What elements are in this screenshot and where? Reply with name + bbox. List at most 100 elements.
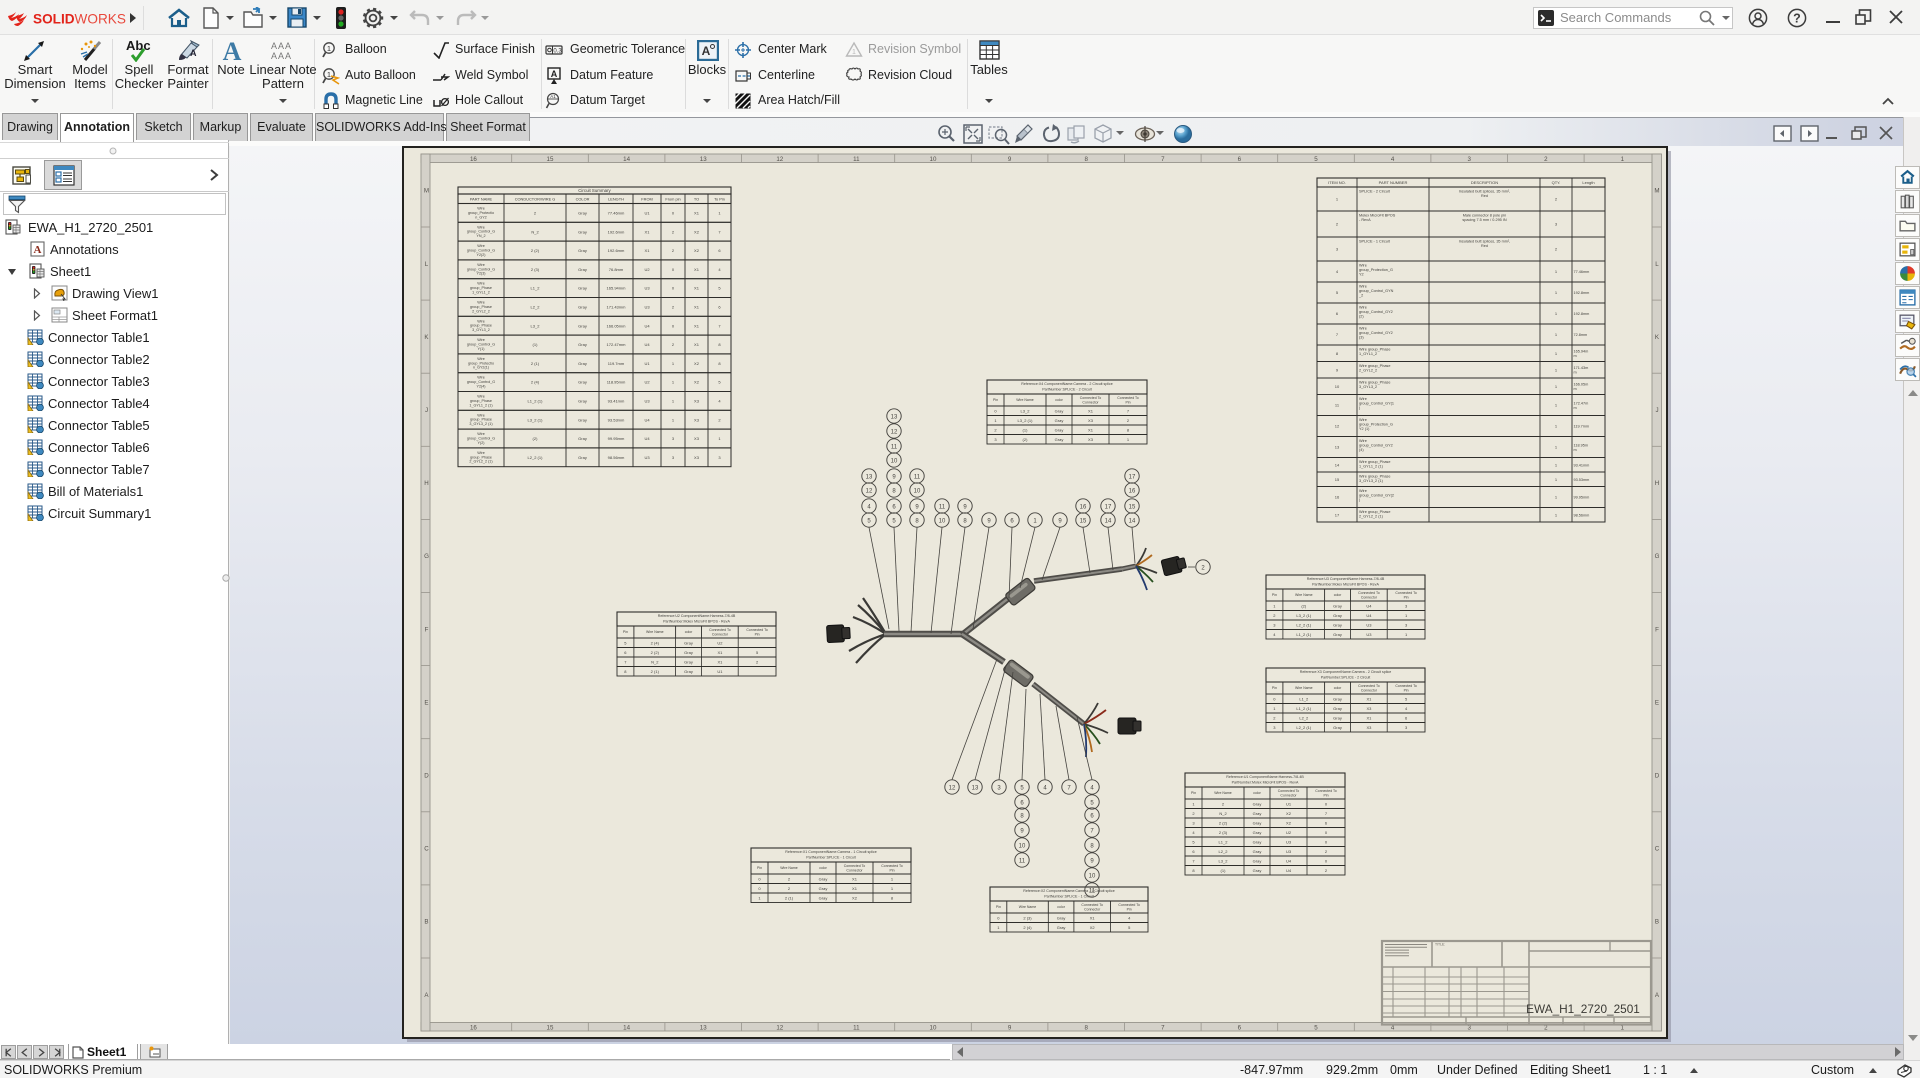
svg-text:2 (4): 2 (4)	[651, 640, 660, 645]
svg-text:Y2: Y2	[1359, 273, 1364, 277]
svg-text:QTY.: QTY.	[1552, 180, 1561, 185]
svg-text:X2: X2	[1286, 820, 1292, 825]
svg-text:group_Protection_G: group_Protection_G	[1359, 268, 1393, 272]
svg-text:9: 9	[1008, 1024, 1012, 1031]
svg-text:Wire: Wire	[477, 395, 485, 399]
svg-text:Wire: Wire	[1359, 264, 1367, 268]
svg-text:PartNumber:Molex MicroFit BPOS: PartNumber:Molex MicroFit BPOS - RevA	[1312, 583, 1379, 587]
svg-text:m: m	[1574, 448, 1577, 452]
svg-text:1: 1	[327, 70, 331, 79]
svg-text:Wire group_Phase: Wire group_Phase	[1359, 364, 1390, 368]
svg-text:group_Control_GY2: group_Control_GY2	[1359, 444, 1393, 448]
svg-text:Pin: Pin	[993, 398, 998, 402]
svg-text:L3_2: L3_2	[1021, 408, 1031, 413]
svg-text:U3: U3	[1366, 632, 1372, 637]
svg-text:171.43m: 171.43m	[1574, 366, 1589, 370]
svg-text:Pin: Pin	[1272, 593, 1277, 597]
svg-text:LENGTH: LENGTH	[608, 196, 624, 201]
svg-text:X1: X1	[694, 211, 700, 216]
svg-text:U4: U4	[1366, 613, 1372, 618]
svg-text:Gray: Gray	[1333, 622, 1342, 627]
svg-text:16: 16	[1335, 495, 1340, 500]
svg-text:group_Phase: group_Phase	[470, 286, 492, 290]
svg-text:Wire Name: Wire Name	[1214, 791, 1232, 795]
svg-text:8: 8	[1084, 156, 1088, 163]
svg-text:L3_2 (1): L3_2 (1)	[1296, 613, 1312, 618]
svg-text:X1: X1	[1366, 696, 1372, 701]
svg-text:10: 10	[1089, 873, 1096, 879]
svg-text:group_Control_GYN: group_Control_GYN	[1359, 289, 1394, 293]
svg-text:X2: X2	[1286, 811, 1292, 816]
svg-text:Gray: Gray	[1055, 427, 1064, 432]
svg-text:group_Phase: group_Phase	[470, 399, 492, 403]
svg-text:(3): (3)	[1359, 336, 1364, 340]
svg-text:PART NUMBER: PART NUMBER	[1379, 180, 1408, 185]
svg-text:12: 12	[891, 429, 898, 435]
svg-text:165.94mm: 165.94mm	[607, 286, 627, 291]
svg-text:X3: X3	[1088, 437, 1094, 442]
svg-text:Red: Red	[1481, 194, 1488, 198]
svg-text:To Pin: To Pin	[714, 196, 725, 201]
svg-text:Y(2): Y(2)	[478, 441, 485, 445]
svg-text:X1: X1	[852, 886, 858, 891]
svg-text:X1: X1	[717, 659, 723, 664]
svg-text:3: 3	[1467, 156, 1471, 163]
svg-text:Pin: Pin	[757, 866, 762, 870]
svg-text:L3_2: L3_2	[1219, 858, 1229, 863]
svg-text:12: 12	[1335, 424, 1340, 429]
svg-text:U4: U4	[644, 436, 650, 441]
svg-text:Gray: Gray	[1333, 603, 1342, 608]
svg-text:(1): (1)	[1221, 868, 1227, 873]
svg-text:L1_2 (1): L1_2 (1)	[1296, 706, 1312, 711]
svg-text:Male connector 8 pole pin: Male connector 8 pole pin	[1463, 214, 1506, 218]
svg-text:Wire: Wire	[477, 244, 485, 248]
svg-text:Wire: Wire	[1359, 306, 1367, 310]
svg-text:Wire: Wire	[477, 301, 485, 305]
svg-text:3_GYL3_2: 3_GYL3_2	[1359, 385, 1377, 389]
svg-text:(2): (2)	[1301, 603, 1307, 608]
svg-text:Gray: Gray	[578, 248, 587, 253]
svg-text:Wire Name: Wire Name	[1295, 593, 1313, 597]
svg-text:Gray: Gray	[578, 380, 587, 385]
svg-text:AAA: AAA	[271, 51, 292, 61]
svg-text:Gray: Gray	[1333, 632, 1342, 637]
svg-text:Wire: Wire	[477, 376, 485, 380]
svg-text:G: G	[424, 553, 429, 560]
svg-text:Wire Name: Wire Name	[1016, 398, 1034, 402]
svg-text:Connector: Connector	[1361, 595, 1378, 599]
svg-text:1_GYL1_2: 1_GYL1_2	[1359, 352, 1377, 356]
svg-text:U3: U3	[644, 455, 650, 460]
svg-text:Gray: Gray	[684, 659, 693, 664]
svg-text:U1: U1	[1286, 801, 1292, 806]
svg-text:U4: U4	[1286, 858, 1292, 863]
svg-text:Gray: Gray	[578, 399, 587, 404]
svg-text:Wire Name: Wire Name	[646, 630, 664, 634]
svg-text:PartNumber:SPLICE - 2 Circuit: PartNumber:SPLICE - 2 Circuit	[1321, 676, 1371, 680]
svg-text:Gray: Gray	[819, 876, 828, 881]
svg-text:color: color	[685, 630, 693, 634]
svg-text:U3: U3	[1286, 839, 1292, 844]
svg-text:11: 11	[914, 474, 921, 480]
svg-text:X1: X1	[645, 229, 651, 234]
svg-text:A1: A1	[550, 94, 556, 99]
svg-text:color: color	[1057, 905, 1065, 909]
svg-text:Wire: Wire	[477, 357, 485, 361]
svg-text:Pin: Pin	[755, 632, 760, 636]
svg-text:192.8mm: 192.8mm	[1574, 312, 1590, 316]
svg-text:X2: X2	[852, 895, 858, 900]
svg-text:group_Control_G: group_Control_G	[467, 437, 495, 441]
svg-text:PartNumber:Molex MicroFit BPOS: PartNumber:Molex MicroFit BPOS - RevA	[663, 620, 730, 624]
svg-text:X3: X3	[694, 455, 700, 460]
svg-text:E: E	[1655, 699, 1659, 706]
svg-text:X1: X1	[694, 342, 700, 347]
svg-text:Gray: Gray	[1333, 725, 1342, 730]
svg-text:14: 14	[623, 156, 630, 163]
svg-text:group_Control_GY(1: group_Control_GY(1	[1359, 402, 1394, 406]
svg-text:U4: U4	[644, 417, 650, 422]
svg-text:FROM: FROM	[641, 196, 652, 201]
svg-text:F: F	[425, 626, 429, 633]
svg-text:Wire Name: Wire Name	[780, 866, 798, 870]
svg-text:Gray: Gray	[1253, 839, 1262, 844]
svg-text:16: 16	[1080, 504, 1087, 510]
svg-text:- RevA: - RevA	[1359, 218, 1371, 222]
